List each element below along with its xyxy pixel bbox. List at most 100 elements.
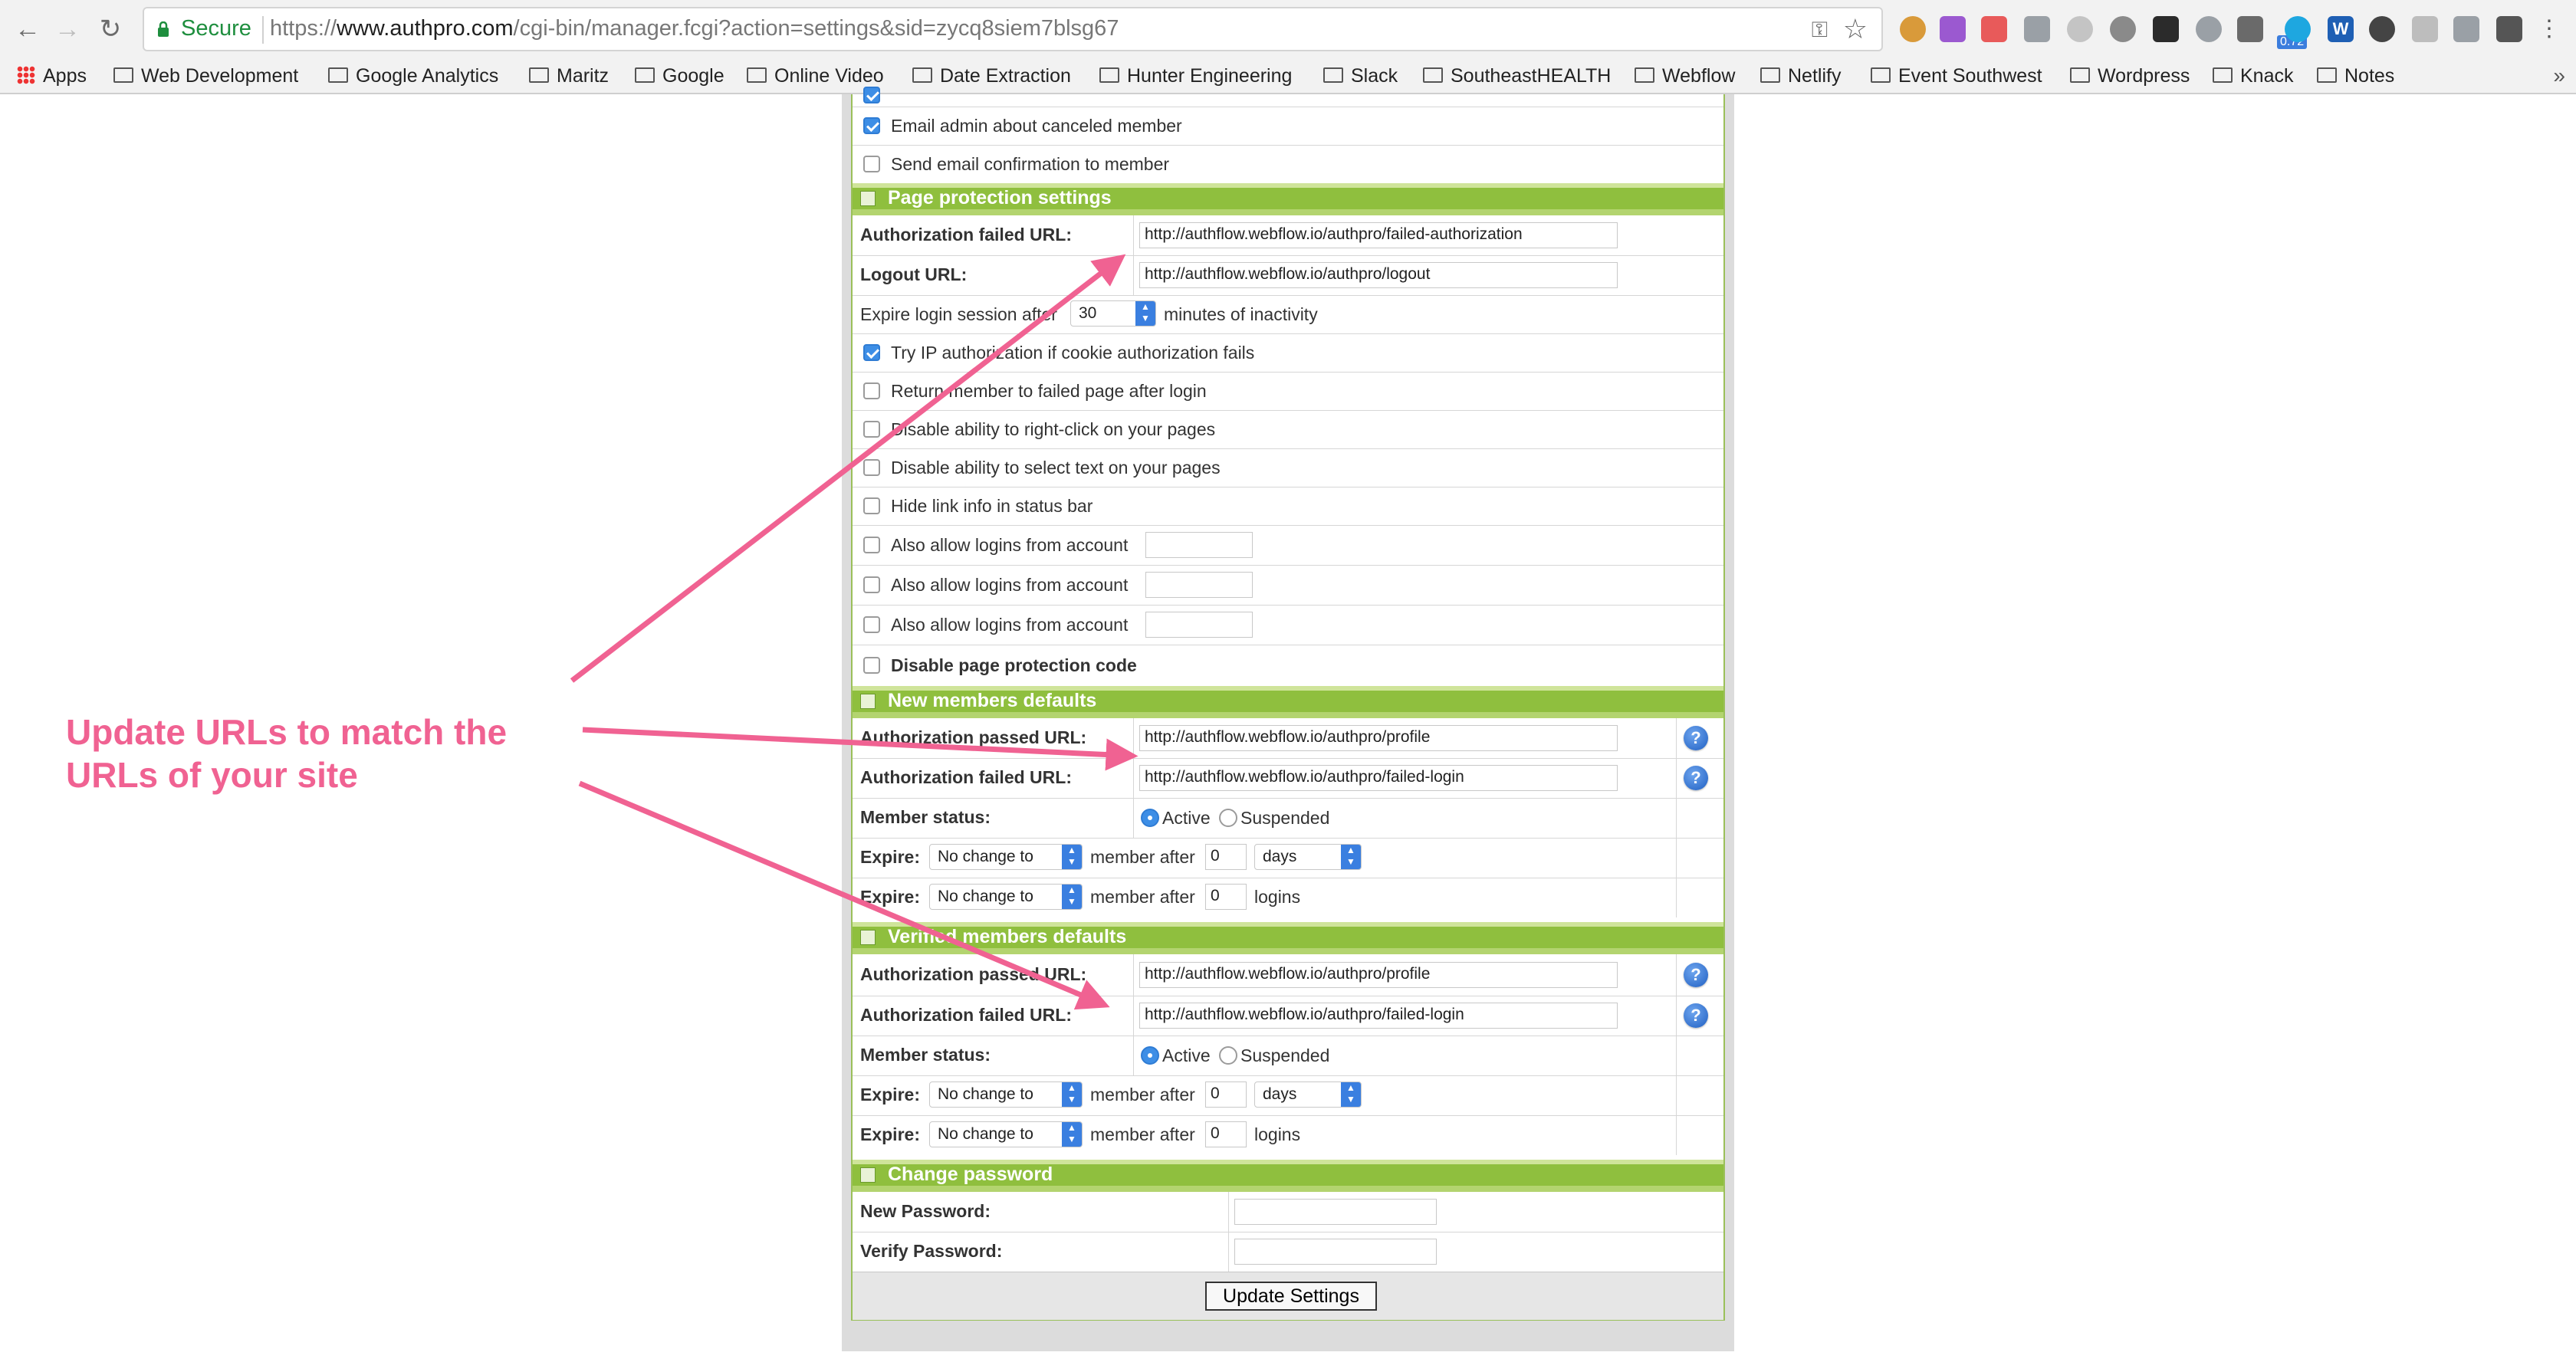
active-radio[interactable] <box>1141 1046 1159 1065</box>
expire-unit-select[interactable]: days ▲ ▼ <box>1254 1082 1362 1108</box>
checkbox[interactable] <box>863 87 880 103</box>
chat-extension-icon[interactable] <box>2412 16 2438 42</box>
bookmarks-overflow-icon[interactable]: » <box>2553 59 2565 93</box>
active-radio[interactable] <box>1141 809 1159 827</box>
column-divider <box>1676 1036 1677 1075</box>
also-allow-account-input[interactable] <box>1145 572 1253 598</box>
send-confirmation-checkbox[interactable] <box>863 156 880 172</box>
also-allow-checkbox[interactable] <box>863 576 880 593</box>
stepper-arrows-icon: ▲ ▼ <box>1135 301 1155 326</box>
reload-icon[interactable]: ↻ <box>94 12 127 46</box>
bookmark-folder[interactable]: Web Development <box>113 59 298 93</box>
email-admin-checkbox[interactable] <box>863 117 880 134</box>
expire-label: Expire: <box>860 887 920 907</box>
purple-extension-icon[interactable] <box>1940 16 1966 42</box>
drive-extension-icon[interactable] <box>2067 16 2093 42</box>
disable-code-checkbox[interactable] <box>863 657 880 674</box>
verify-password-input[interactable] <box>1234 1239 1437 1265</box>
wifi-extension-icon[interactable] <box>2237 16 2263 42</box>
new-password-input[interactable] <box>1234 1199 1437 1225</box>
expire-mode-select[interactable]: No change to ▲ ▼ <box>929 1121 1083 1147</box>
address-bar[interactable]: Secure https://www.authpro.com/cgi-bin/m… <box>143 7 1883 51</box>
bookmark-folder[interactable]: Hunter Engineering <box>1099 59 1292 93</box>
verified-passed-url-input[interactable]: http://authflow.webflow.io/authpro/profi… <box>1139 962 1618 988</box>
verified-members-header: Verified members defaults <box>853 922 1723 954</box>
collapse-icon[interactable] <box>860 694 876 709</box>
bookmark-folder[interactable]: Knack <box>2213 59 2293 93</box>
help-icon[interactable]: ? <box>1684 1003 1708 1028</box>
active-label: Active <box>1162 1045 1211 1065</box>
try-ip-checkbox[interactable] <box>863 344 880 361</box>
collapse-icon[interactable] <box>860 1167 876 1183</box>
also-allow-account-input[interactable] <box>1145 532 1253 558</box>
help-icon[interactable]: ? <box>1684 726 1708 750</box>
expire-logins-input[interactable]: 0 <box>1205 884 1247 910</box>
help-icon[interactable]: ? <box>1684 766 1708 790</box>
settings-gear-extension-icon[interactable] <box>2110 16 2136 42</box>
return-member-checkbox[interactable] <box>863 382 880 399</box>
bookmark-folder[interactable]: Google Analytics <box>328 59 498 93</box>
bookmark-star-icon[interactable]: ☆ <box>1843 13 1868 45</box>
link-extension-icon[interactable] <box>2453 16 2479 42</box>
folder-icon <box>1323 67 1343 84</box>
bookmark-folder[interactable]: Event Southwest <box>1871 59 2042 93</box>
bookmark-folder[interactable]: Wordpress <box>2070 59 2190 93</box>
bookmark-folder[interactable]: SoutheastHEALTH <box>1423 59 1611 93</box>
auth-failed-url-input[interactable]: http://authflow.webflow.io/authpro/faile… <box>1139 222 1618 248</box>
bookmark-folder[interactable]: Notes <box>2317 59 2394 93</box>
suspended-radio[interactable] <box>1219 1046 1237 1065</box>
bookmark-apps[interactable]: Apps <box>17 59 87 93</box>
verified-status-row: Member status: Active Suspended <box>853 1036 1723 1076</box>
bookmark-folder[interactable]: Netlify <box>1760 59 1841 93</box>
new-passed-url-input[interactable]: http://authflow.webflow.io/authpro/profi… <box>1139 725 1618 751</box>
grid-extension-icon[interactable] <box>2153 16 2179 42</box>
collapse-icon[interactable] <box>860 930 876 945</box>
expire-mode-select[interactable]: No change to ▲ ▼ <box>929 844 1083 870</box>
lightbulb-extension-icon[interactable] <box>2496 16 2522 42</box>
expire-unit-select[interactable]: days ▲ ▼ <box>1254 844 1362 870</box>
key-icon[interactable]: ⚿ <box>1812 18 1828 43</box>
disable-right-click-row: Disable ability to right-click on your p… <box>853 410 1723 449</box>
folder-icon <box>1423 67 1443 84</box>
bookmark-folder[interactable]: Webflow <box>1635 59 1735 93</box>
collapse-icon[interactable] <box>860 191 876 206</box>
blue-extension-icon[interactable] <box>2285 16 2311 42</box>
bookmark-folder[interactable]: Google <box>635 59 724 93</box>
new-password-row: New Password: <box>853 1192 1723 1233</box>
hide-link-checkbox[interactable] <box>863 497 880 514</box>
also-allow-account-input[interactable] <box>1145 612 1253 638</box>
verified-failed-url-input[interactable]: http://authflow.webflow.io/authpro/faile… <box>1139 1003 1618 1029</box>
menu-dots-icon[interactable]: ⋮ <box>2536 16 2562 42</box>
new-failed-url-input[interactable]: http://authflow.webflow.io/authpro/faile… <box>1139 765 1618 791</box>
disable-select-checkbox[interactable] <box>863 459 880 476</box>
expire-logins-input[interactable]: 0 <box>1205 1121 1247 1147</box>
folder-icon <box>328 67 348 84</box>
expire-days-input[interactable]: 0 <box>1205 844 1247 870</box>
url-text[interactable]: https://www.authpro.com/cgi-bin/manager.… <box>270 16 1119 41</box>
bookmark-folder[interactable]: Maritz <box>529 59 609 93</box>
logout-row: Logout URL: http://authflow.webflow.io/a… <box>853 255 1723 296</box>
logout-url-input[interactable]: http://authflow.webflow.io/authpro/logou… <box>1139 262 1618 288</box>
also-allow-checkbox[interactable] <box>863 537 880 553</box>
forward-arrow-icon[interactable]: → <box>51 12 84 46</box>
expire-mode-select[interactable]: No change to ▲ ▼ <box>929 1082 1083 1108</box>
bookmark-folder[interactable]: Slack <box>1323 59 1398 93</box>
logout-label: Logout URL: <box>860 264 968 284</box>
back-arrow-icon[interactable]: ← <box>11 12 44 46</box>
update-settings-button[interactable]: Update Settings <box>1205 1282 1377 1311</box>
info-extension-icon[interactable] <box>2369 16 2395 42</box>
also-allow-checkbox[interactable] <box>863 616 880 633</box>
help-icon[interactable]: ? <box>1684 963 1708 987</box>
folder-icon <box>1099 67 1119 84</box>
bookmark-folder[interactable]: Date Extraction <box>912 59 1071 93</box>
clock-extension-icon[interactable] <box>2196 16 2222 42</box>
code-extension-icon[interactable] <box>2024 16 2050 42</box>
red-extension-icon[interactable] <box>1981 16 2007 42</box>
disable-right-click-checkbox[interactable] <box>863 421 880 438</box>
suspended-radio[interactable] <box>1219 809 1237 827</box>
expire-minutes-stepper[interactable]: 30 ▲ ▼ <box>1070 300 1156 327</box>
cookie-extension-icon[interactable] <box>1900 16 1926 42</box>
expire-mode-select[interactable]: No change to ▲ ▼ <box>929 884 1083 910</box>
expire-days-input[interactable]: 0 <box>1205 1082 1247 1108</box>
w-extension-icon[interactable]: W <box>2328 16 2354 42</box>
